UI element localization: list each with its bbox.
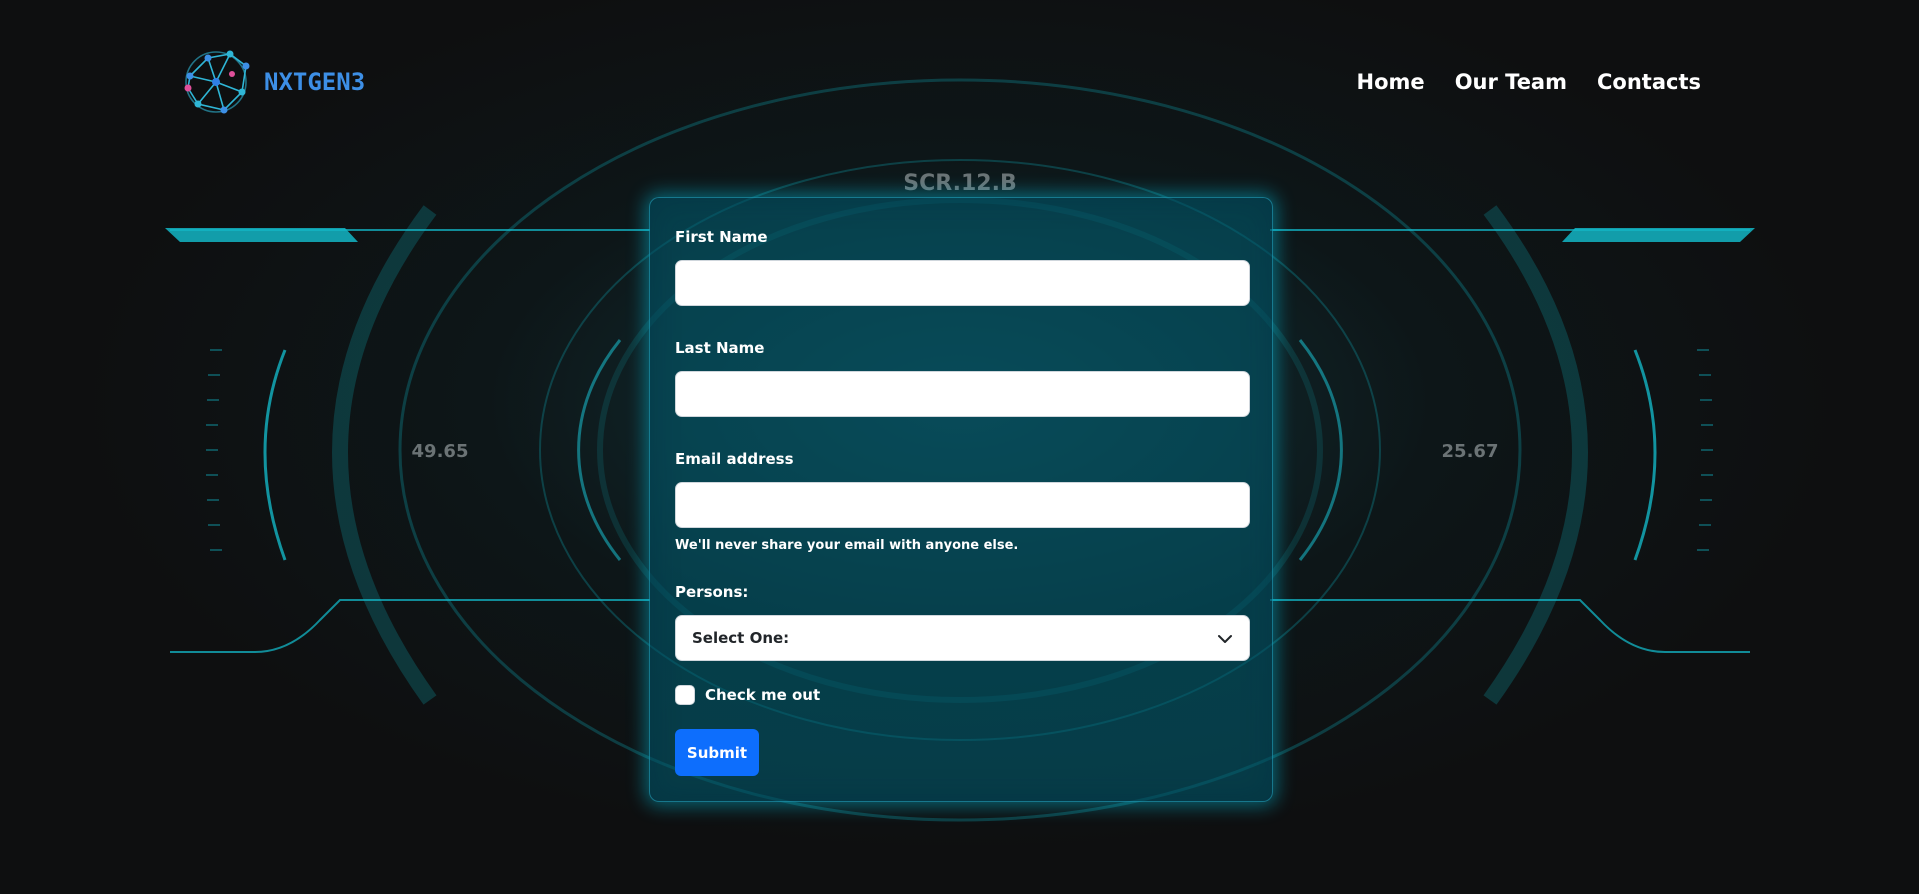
email-label: Email address <box>675 450 794 468</box>
persons-group: Persons: Select One: <box>675 583 1250 661</box>
email-help-text: We'll never share your email with anyone… <box>675 538 1019 553</box>
page: SCR.12.B 49.65 25.67 NXTGEN3 Home Our Te… <box>0 0 1919 894</box>
hud-left-value: 49.65 <box>412 441 469 462</box>
nav-home-link[interactable]: Home <box>1357 70 1425 94</box>
last-name-input[interactable] <box>675 371 1250 417</box>
check-me-out-row: Check me out <box>675 685 1247 705</box>
last-name-label: Last Name <box>675 339 765 357</box>
email-input[interactable] <box>675 482 1250 528</box>
email-group: Email address We'll never share your ema… <box>675 450 1250 553</box>
nav-contacts-link[interactable]: Contacts <box>1597 70 1701 94</box>
submit-button[interactable]: Submit <box>675 729 759 776</box>
last-name-group: Last Name <box>675 339 1250 417</box>
brand-logo[interactable]: NXTGEN3 <box>180 46 365 118</box>
persons-selected-value: Select One: <box>692 629 790 647</box>
chevron-down-icon <box>1218 635 1232 643</box>
nav-our-team-link[interactable]: Our Team <box>1455 70 1567 94</box>
main-nav: Home Our Team Contacts <box>1357 70 1701 94</box>
network-globe-icon <box>184 50 250 114</box>
hud-right-value: 25.67 <box>1442 441 1499 462</box>
registration-form: First Name Last Name Email address We'll… <box>649 197 1273 802</box>
first-name-label: First Name <box>675 228 768 246</box>
persons-select[interactable]: Select One: <box>675 615 1250 661</box>
check-me-out-checkbox[interactable] <box>675 685 695 705</box>
first-name-group: First Name <box>675 228 1250 306</box>
persons-label: Persons: <box>675 583 749 601</box>
first-name-input[interactable] <box>675 260 1250 306</box>
check-me-out-label[interactable]: Check me out <box>705 686 820 704</box>
hud-top-label: SCR.12.B <box>903 171 1016 196</box>
brand-name: NXTGEN3 <box>264 68 366 96</box>
